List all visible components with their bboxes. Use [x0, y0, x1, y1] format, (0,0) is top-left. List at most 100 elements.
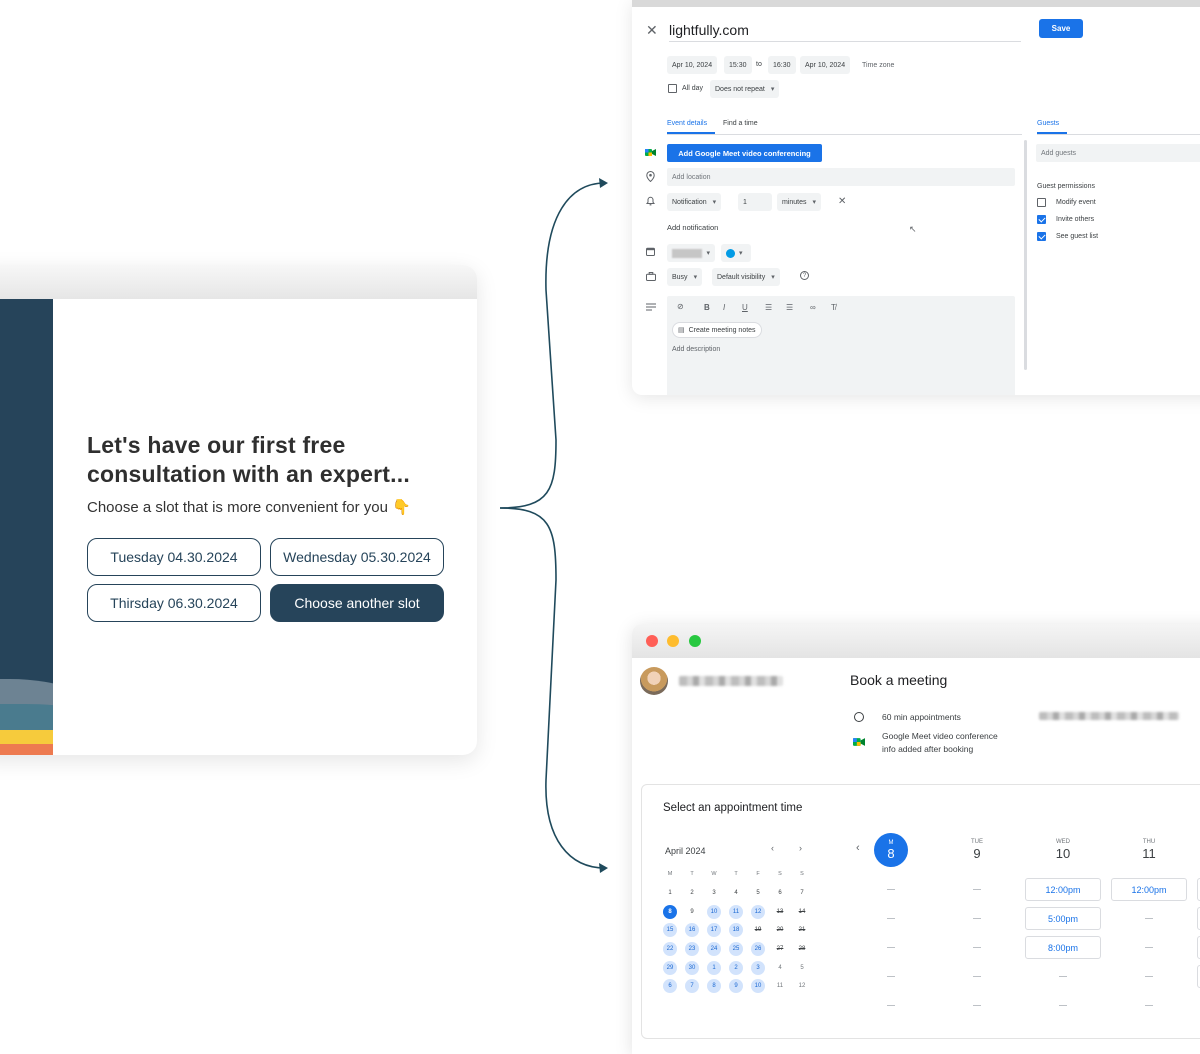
calendar-day: 9	[690, 908, 694, 915]
day-column-wed[interactable]: WED 10	[1025, 839, 1101, 861]
calendar-day-unavailable: 28	[798, 946, 806, 953]
day-column-tue[interactable]: TUE 9	[939, 839, 1015, 861]
add-meet-button[interactable]: Add Google Meet video conferencing	[667, 144, 822, 162]
start-time-chip[interactable]: 15:30	[724, 56, 752, 74]
visibility-select[interactable]: Default visibility	[712, 268, 780, 286]
editor-scrollbar[interactable]	[1024, 140, 1027, 370]
modify-event-label: Modify event	[1056, 199, 1096, 206]
end-time-chip[interactable]: 16:30	[768, 56, 796, 74]
next-month-icon[interactable]: ›	[799, 843, 802, 853]
notification-value-input[interactable]: 1	[738, 193, 772, 211]
window-title-bar	[632, 624, 1200, 658]
window-maximize-dot[interactable]	[689, 635, 701, 647]
day-column-mon[interactable]: M 8	[853, 833, 929, 867]
location-field[interactable]	[667, 168, 1015, 186]
weekday-label: S	[800, 871, 804, 878]
calendar-day-available[interactable]: 17	[703, 923, 725, 938]
choose-another-slot-button[interactable]: Choose another slot	[270, 584, 444, 622]
calendar-day: 12	[798, 983, 806, 990]
calendar-day-available[interactable]: 22	[659, 942, 681, 957]
arrowhead-bottom	[599, 863, 608, 873]
underline-icon[interactable]: U	[742, 303, 748, 312]
create-meeting-notes-button[interactable]: ▤ Create meeting notes	[672, 322, 762, 338]
calendar-day-available[interactable]: 8	[703, 979, 725, 994]
day-column-thu[interactable]: THU 11	[1111, 839, 1187, 861]
event-editor-window: ✕ lightfully.com Save Apr 10, 2024 15:30…	[632, 0, 1200, 395]
event-color-select[interactable]: ▾	[721, 244, 751, 262]
invite-others-checkbox[interactable]	[1037, 215, 1046, 224]
time-slot-button[interactable]: 12:00pm	[1025, 878, 1101, 901]
time-slot-button[interactable]: 5:00pm	[1025, 907, 1101, 930]
tab-guests[interactable]: Guests	[1037, 120, 1059, 127]
numbered-list-icon[interactable]: ☰	[765, 303, 772, 312]
link-icon[interactable]: ∞	[810, 303, 816, 312]
save-button[interactable]: Save	[1039, 19, 1083, 38]
italic-icon[interactable]: I	[723, 303, 725, 312]
help-icon[interactable]: ?	[800, 271, 809, 280]
bulleted-list-icon[interactable]: ☰	[786, 303, 793, 312]
no-slot-dash	[973, 947, 981, 948]
tab-find-a-time[interactable]: Find a time	[723, 120, 758, 127]
calendar-day-available[interactable]: 15	[659, 923, 681, 938]
event-title-input[interactable]: lightfully.com	[669, 22, 1021, 42]
calendar-day-available[interactable]: 24	[703, 942, 725, 957]
calendar-week-row: 29 30 1 2 3 4 5	[659, 958, 813, 977]
prev-month-icon[interactable]: ‹	[771, 843, 774, 853]
calendar-day-available[interactable]: 30	[681, 960, 703, 975]
all-day-checkbox[interactable]	[668, 84, 677, 93]
availability-select[interactable]: Busy	[667, 268, 703, 286]
slot-button-tuesday[interactable]: Tuesday 04.30.2024	[87, 538, 261, 576]
calendar-day-available[interactable]: 29	[659, 960, 681, 975]
calendar-day-unavailable: 14	[798, 908, 806, 915]
calendar-day-available[interactable]: 9	[725, 979, 747, 994]
window-minimize-dot[interactable]	[667, 635, 679, 647]
time-slot-button[interactable]: 8:00pm	[1025, 936, 1101, 959]
end-date-chip[interactable]: Apr 10, 2024	[800, 56, 851, 74]
bold-icon[interactable]: B	[704, 303, 710, 312]
calendar-day-available[interactable]: 2	[725, 960, 747, 975]
calendar-day-available[interactable]: 18	[725, 923, 747, 938]
brand-sidebar	[0, 299, 53, 755]
description-placeholder: Add description	[672, 346, 721, 353]
remove-notification-icon[interactable]: ✕	[838, 196, 846, 207]
calendar-month: April 2024	[665, 846, 706, 856]
add-notification-link[interactable]: Add notification	[667, 223, 718, 232]
notification-unit-select[interactable]: minutes	[777, 193, 822, 211]
close-icon[interactable]: ✕	[646, 22, 658, 39]
attachment-icon[interactable]: ⊘	[677, 302, 684, 311]
calendar-day-available[interactable]: 6	[659, 979, 681, 994]
no-slot-dash	[1145, 918, 1153, 919]
calendar-day-available[interactable]: 3	[747, 960, 769, 975]
day-name: WED	[1056, 839, 1070, 845]
calendar-day-selected[interactable]: 8	[659, 904, 681, 919]
calendar-day-available[interactable]: 7	[681, 979, 703, 994]
calendar-day-available[interactable]: 10	[747, 979, 769, 994]
start-date-chip[interactable]: Apr 10, 2024	[667, 56, 718, 74]
window-close-dot[interactable]	[646, 635, 658, 647]
repeat-select[interactable]: Does not repeat	[710, 80, 780, 98]
calendar-day-available[interactable]: 11	[725, 904, 747, 919]
duration-label: 60 min appointments	[882, 712, 961, 722]
clear-format-icon[interactable]: T̸	[831, 303, 836, 312]
slot-button-wednesday[interactable]: Wednesday 05.30.2024	[270, 538, 444, 576]
day-name: TUE	[971, 839, 983, 845]
see-guest-list-label: See guest list	[1056, 233, 1099, 240]
calendar-day-available[interactable]: 16	[681, 923, 703, 938]
calendar-day-available[interactable]: 23	[681, 942, 703, 957]
calendar-day-available[interactable]: 1	[703, 960, 725, 975]
calendar-day: 7	[800, 890, 804, 897]
time-slot-button[interactable]: 12:00pm	[1111, 878, 1187, 901]
calendar-select[interactable]: ▾	[667, 244, 715, 262]
notification-type-select[interactable]: Notification	[667, 193, 722, 211]
calendar-day-available[interactable]: 10	[703, 904, 725, 919]
calendar-day-available[interactable]: 25	[725, 942, 747, 957]
tab-event-details[interactable]: Event details	[667, 120, 707, 127]
time-zone-link[interactable]: Time zone	[862, 62, 894, 69]
booking-title: Book a meeting	[850, 672, 948, 688]
slot-button-thursday[interactable]: Thirsday 06.30.2024	[87, 584, 261, 622]
google-meet-icon	[853, 737, 865, 749]
modify-event-checkbox[interactable]	[1037, 198, 1046, 207]
see-guest-list-checkbox[interactable]	[1037, 232, 1046, 241]
calendar-day-available[interactable]: 12	[747, 904, 769, 919]
calendar-day-available[interactable]: 26	[747, 942, 769, 957]
